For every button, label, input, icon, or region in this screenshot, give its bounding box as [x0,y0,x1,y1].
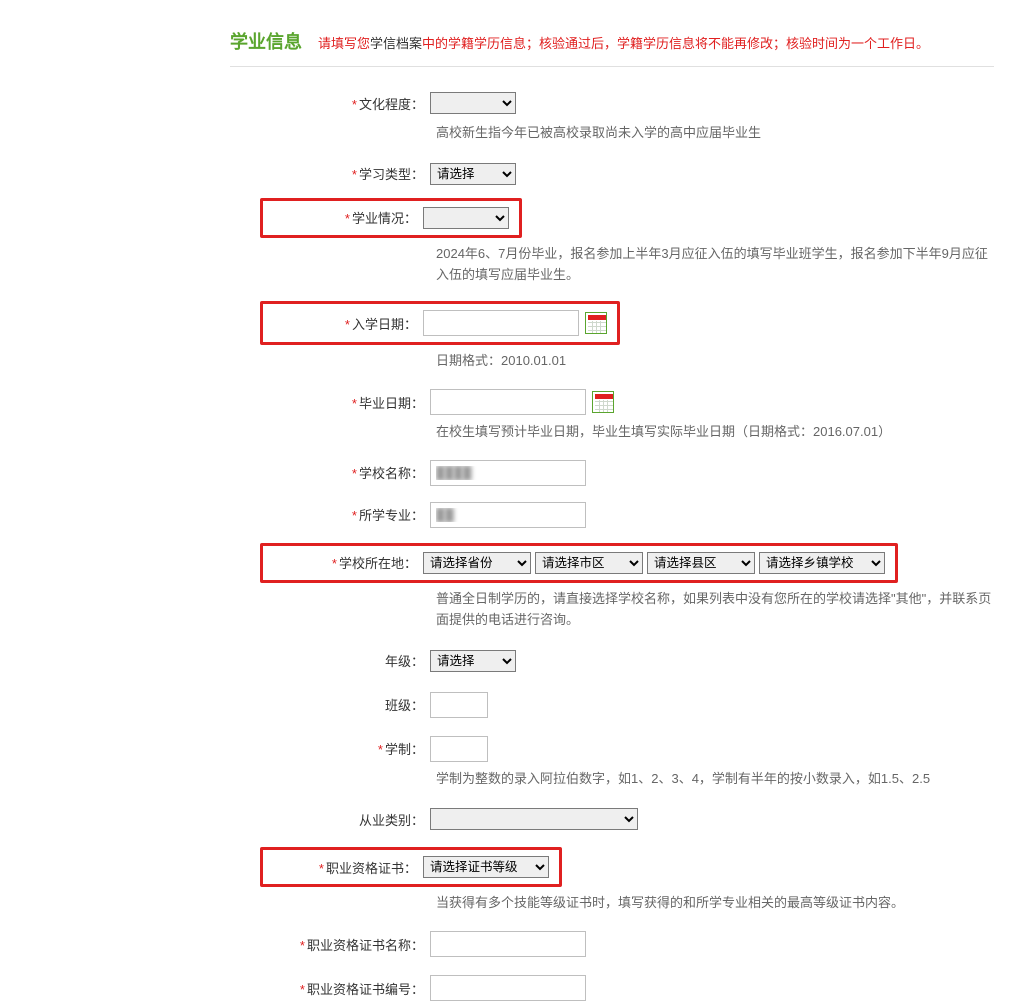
occ-type-select[interactable] [430,808,638,830]
study-type-select[interactable]: 请选择 [430,163,516,185]
label-study-status: *学业情况： [273,208,423,227]
grad-date-input[interactable] [430,389,586,415]
help-length: 学制为整数的录入阿拉伯数字，如1、2、3、4，学制有半年的按小数录入，如1.5、… [436,769,994,790]
highlight-enroll-date: *入学日期： [260,301,620,345]
label-major: *所学专业： [270,505,430,524]
label-length: *学制： [270,739,430,758]
calendar-icon[interactable] [592,391,614,413]
highlight-cert: *职业资格证书： 请选择证书等级 [260,847,562,887]
edu-level-select[interactable] [430,92,516,114]
length-input[interactable] [430,736,488,762]
label-enroll-date: *入学日期： [273,314,423,333]
section-header: 学业信息 请填写您学信档案中的学籍学历信息；核验通过后，学籍学历信息将不能再修改… [230,28,994,67]
highlight-school-location: *学校所在地： 请选择省份 请选择市区 请选择县区 请选择乡镇学校 [260,543,898,583]
help-enroll-date: 日期格式：2010.01.01 [436,351,994,372]
highlight-study-status: *学业情况： [260,198,522,238]
label-grade: 年级： [270,651,430,670]
cert-name-input[interactable] [430,931,586,957]
grade-select[interactable]: 请选择 [430,650,516,672]
label-edu-level: *文化程度： [270,94,430,113]
cert-no-input[interactable] [430,975,586,1001]
calendar-icon[interactable] [585,312,607,334]
study-status-select[interactable] [423,207,509,229]
city-select[interactable]: 请选择市区 [535,552,643,574]
town-school-select[interactable]: 请选择乡镇学校 [759,552,885,574]
class-input[interactable] [430,692,488,718]
label-cert-name: *职业资格证书名称： [270,935,430,954]
label-study-type: *学习类型： [270,164,430,183]
label-class: 班级： [270,695,430,714]
section-note: 请填写您学信档案中的学籍学历信息；核验通过后，学籍学历信息将不能再修改；核验时间… [318,33,929,52]
province-select[interactable]: 请选择省份 [423,552,531,574]
label-occ-type: 从业类别： [270,810,430,829]
school-name-input[interactable] [430,460,586,486]
help-study-status: 2024年6、7月份毕业，报名参加上半年3月应征入伍的填写毕业班学生，报名参加下… [436,244,994,286]
help-school-location: 普通全日制学历的，请直接选择学校名称，如果列表中没有您所在的学校请选择"其他"，… [436,589,994,631]
county-select[interactable]: 请选择县区 [647,552,755,574]
label-grad-date: *毕业日期： [270,393,430,412]
label-cert-no: *职业资格证书编号： [270,979,430,998]
cert-level-select[interactable]: 请选择证书等级 [423,856,549,878]
enroll-date-input[interactable] [423,310,579,336]
major-input[interactable] [430,502,586,528]
help-grad-date: 在校生填写预计毕业日期，毕业生填写实际毕业日期（日期格式：2016.07.01） [436,422,994,443]
help-cert: 当获得有多个技能等级证书时，填写获得的和所学专业相关的最高等级证书内容。 [436,893,994,914]
section-title: 学业信息 [230,28,302,54]
label-school-name: *学校名称： [270,463,430,482]
help-edu-level: 高校新生指今年已被高校录取尚未入学的高中应届毕业生 [436,123,994,144]
label-school-location: *学校所在地： [273,553,423,572]
label-cert: *职业资格证书： [273,858,423,877]
